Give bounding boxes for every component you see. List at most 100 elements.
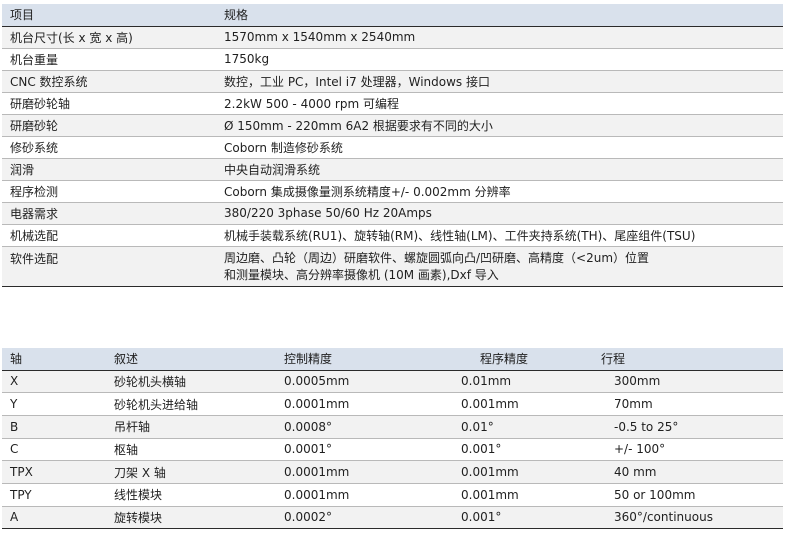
- spec-header-row: 项目 规格: [2, 4, 783, 26]
- spec-value-line: 2.2kW 500 - 4000 rpm 可编程: [224, 96, 399, 111]
- spec-value-line: 380/220 3phase 50/60 Hz 20Amps: [224, 206, 432, 220]
- control-cell: 0.0001mm: [284, 487, 350, 502]
- spec-row: 机台重量 1750kg: [2, 48, 783, 70]
- spec-header-item: 项目: [10, 8, 35, 23]
- axis-header-travel: 行程: [601, 352, 626, 367]
- desc-cell: 砂轮机头横轴: [114, 374, 187, 389]
- spec-row: 研磨砂轮 Ø 150mm - 220mm 6A2 根据要求有不同的大小: [2, 114, 783, 136]
- axis-cell: X: [10, 374, 19, 389]
- spec-value-line: Coborn 集成摄像量测系统精度+/- 0.002mm 分辨率: [224, 184, 511, 199]
- axis-row: B 吊杆轴 0.0008° 0.01° -0.5 to 25°: [2, 415, 783, 439]
- axis-header-control: 控制精度: [284, 352, 333, 367]
- spec-item-cell: 机台尺寸(长 x 宽 x 高): [10, 30, 133, 45]
- spec-row: 润滑 中央自动润滑系统: [2, 158, 783, 180]
- program-cell: 0.001°: [461, 442, 502, 457]
- spec-item-cell: 研磨砂轮轴: [10, 96, 71, 111]
- spec-row: CNC 数控系统 数控，工业 PC，Intel i7 处理器，Windows 接口: [2, 70, 783, 92]
- spec-item-cell: 机械选配: [10, 228, 59, 243]
- spec-value-cell: Coborn 制造修砂系统: [216, 136, 783, 158]
- axis-body: X 砂轮机头横轴 0.0005mm 0.01mm 300mm Y 砂轮机头进给轴 0.0001…: [2, 370, 783, 529]
- spec-row: 电器需求 380/220 3phase 50/60 Hz 20Amps: [2, 202, 783, 224]
- axis-row: A 旋转模块 0.0002° 0.001° 360°/continuous: [2, 506, 783, 529]
- program-cell: 0.01mm: [461, 374, 512, 389]
- axis-row: TPX 刀架 X 轴 0.0001mm 0.001mm 40 mm: [2, 460, 783, 484]
- desc-cell: 刀架 X 轴: [114, 465, 166, 480]
- spec-row: 软件选配 周边磨、凸轮（周边）研磨软件、螺旋圆弧向凸/凹研磨、高精度（<2um）位…: [2, 246, 783, 286]
- spec-value-line: Ø 150mm - 220mm 6A2 根据要求有不同的大小: [224, 118, 493, 133]
- spec-header-spec: 规格: [224, 8, 249, 23]
- spec-body: 机台尺寸(长 x 宽 x 高) 1570mm x 1540mm x 2540mm 机…: [2, 26, 783, 286]
- axis-header-desc: 叙述: [114, 352, 139, 367]
- program-cell: 0.001°: [461, 510, 502, 525]
- axis-header-program: 程序精度: [480, 352, 529, 367]
- spec-value-cell: 380/220 3phase 50/60 Hz 20Amps: [216, 202, 783, 224]
- spec-item-cell: 修砂系统: [10, 140, 59, 155]
- spec-value-line: 1750kg: [224, 52, 270, 66]
- axis-cell: A: [10, 510, 19, 525]
- program-cell: 0.001mm: [461, 397, 519, 412]
- spec-row: 修砂系统 Coborn 制造修砂系统: [2, 136, 783, 158]
- desc-cell: 旋转模块: [114, 510, 163, 525]
- axis-cell: Y: [10, 397, 18, 412]
- travel-cell: 70mm: [614, 397, 653, 412]
- control-cell: 0.0001°: [284, 442, 332, 457]
- spec-item-cell: 电器需求: [10, 206, 59, 221]
- axis-row: TPY 线性模块 0.0001mm 0.001mm 50 or 100mm: [2, 483, 783, 507]
- spec-table: 项目 规格 机台尺寸(长 x 宽 x 高) 1570mm x 1540mm x 2…: [2, 4, 783, 287]
- axis-row: Y 砂轮机头进给轴 0.0001mm 0.001mm 70mm: [2, 392, 783, 416]
- spec-item-cell: 研磨砂轮: [10, 118, 59, 133]
- spec-value-cell: 机械手装载系统(RU1)、旋转轴(RM)、线性轴(LM)、工件夹持系统(TH)、…: [216, 224, 783, 246]
- spec-row: 研磨砂轮轴 2.2kW 500 - 4000 rpm 可编程: [2, 92, 783, 114]
- program-cell: 0.001mm: [461, 465, 519, 480]
- control-cell: 0.0001mm: [284, 465, 350, 480]
- spec-row: 机台尺寸(长 x 宽 x 高) 1570mm x 1540mm x 2540mm: [2, 26, 783, 48]
- axis-cell: C: [10, 442, 19, 457]
- spec-item-cell: 软件选配: [10, 251, 59, 266]
- axis-cell: TPX: [10, 465, 33, 480]
- axis-row: C 枢轴 0.0001° 0.001° +/- 100°: [2, 438, 783, 461]
- spec-item-cell: 程序检测: [10, 184, 59, 199]
- axis-header-row: 轴 叙述 控制精度 程序精度 行程: [2, 348, 783, 370]
- spec-value-line: 和测量模块、高分辨率摄像机 (10M 画素),Dxf 导入: [224, 267, 499, 282]
- desc-cell: 枢轴: [114, 442, 139, 457]
- travel-cell: -0.5 to 25°: [614, 419, 679, 434]
- travel-cell: +/- 100°: [614, 442, 666, 457]
- spec-value-cell: 周边磨、凸轮（周边）研磨软件、螺旋圆弧向凸/凹研磨、高精度（<2um）位置 和测量…: [216, 246, 783, 286]
- spec-value-line: 1570mm x 1540mm x 2540mm: [224, 30, 416, 44]
- travel-cell: 300mm: [614, 374, 661, 389]
- spec-row: 机械选配 机械手装载系统(RU1)、旋转轴(RM)、线性轴(LM)、工件夹持系统(…: [2, 224, 783, 246]
- spec-item-cell: CNC 数控系统: [10, 74, 88, 89]
- axis-cell: TPY: [10, 487, 32, 502]
- spec-value-cell: 1750kg: [216, 48, 783, 70]
- spec-value-cell: 中央自动润滑系统: [216, 158, 783, 180]
- control-cell: 0.0002°: [284, 510, 332, 525]
- desc-cell: 砂轮机头进给轴: [114, 397, 199, 412]
- program-cell: 0.01°: [461, 419, 494, 434]
- spec-value-cell: Coborn 集成摄像量测系统精度+/- 0.002mm 分辨率: [216, 180, 783, 202]
- spec-value-cell: 数控，工业 PC，Intel i7 处理器，Windows 接口: [216, 70, 783, 92]
- axis-row: X 砂轮机头横轴 0.0005mm 0.01mm 300mm: [2, 370, 783, 393]
- spec-value-cell: Ø 150mm - 220mm 6A2 根据要求有不同的大小: [216, 114, 783, 136]
- spec-value-line: 周边磨、凸轮（周边）研磨软件、螺旋圆弧向凸/凹研磨、高精度（<2um）位置: [224, 250, 650, 265]
- axis-cell: B: [10, 419, 19, 434]
- axis-header-axis: 轴: [10, 352, 23, 367]
- control-cell: 0.0008°: [284, 419, 332, 434]
- control-cell: 0.0005mm: [284, 374, 350, 389]
- spec-item-cell: 机台重量: [10, 52, 59, 67]
- program-cell: 0.001mm: [461, 487, 519, 502]
- spec-item-cell: 润滑: [10, 162, 35, 177]
- spec-value-cell: 1570mm x 1540mm x 2540mm: [216, 26, 783, 48]
- spec-value-line: Coborn 制造修砂系统: [224, 140, 343, 155]
- spec-value-line: 中央自动润滑系统: [224, 162, 321, 177]
- control-cell: 0.0001mm: [284, 397, 350, 412]
- axis-table: 轴 叙述 控制精度 程序精度 行程 X 砂轮机头横轴 0.0005mm 0.01mm 3…: [2, 348, 783, 530]
- spec-value-cell: 2.2kW 500 - 4000 rpm 可编程: [216, 92, 783, 114]
- travel-cell: 360°/continuous: [614, 510, 713, 525]
- spec-value-line: 机械手装载系统(RU1)、旋转轴(RM)、线性轴(LM)、工件夹持系统(TH)、…: [224, 228, 696, 243]
- spec-value-line: 数控，工业 PC，Intel i7 处理器，Windows 接口: [224, 74, 490, 89]
- spec-row: 程序检测 Coborn 集成摄像量测系统精度+/- 0.002mm 分辨率: [2, 180, 783, 202]
- desc-cell: 吊杆轴: [114, 420, 151, 435]
- travel-cell: 40 mm: [614, 465, 657, 480]
- desc-cell: 线性模块: [114, 488, 163, 503]
- travel-cell: 50 or 100mm: [614, 487, 696, 502]
